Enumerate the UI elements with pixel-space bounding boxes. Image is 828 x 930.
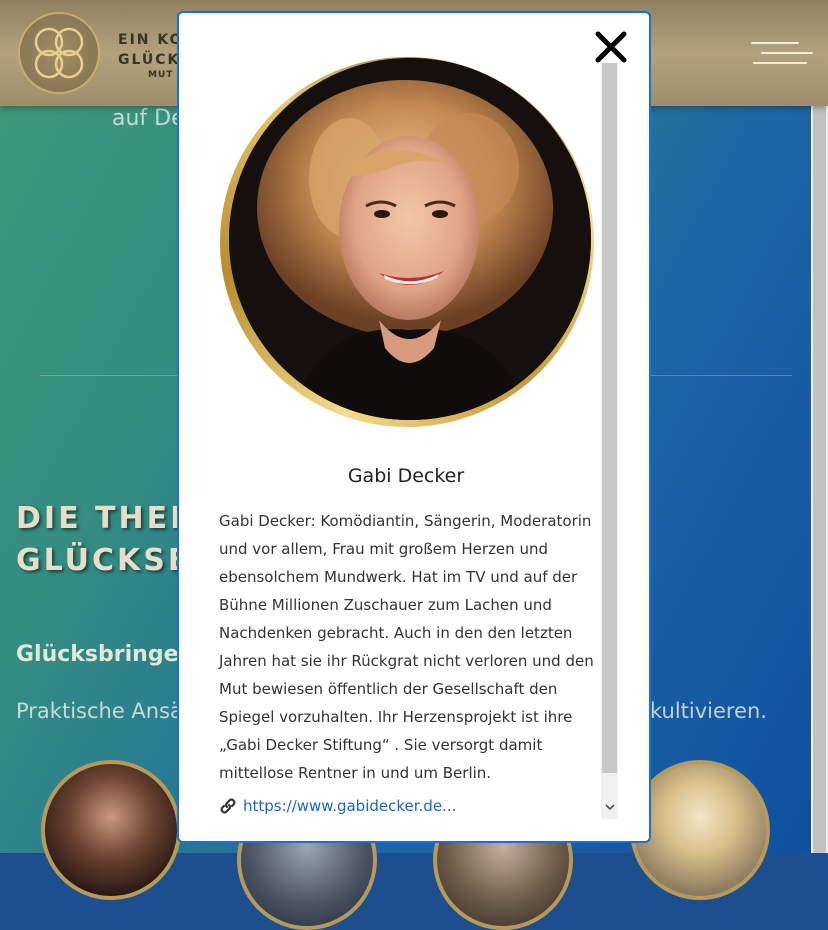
close-icon — [595, 31, 627, 63]
link-icon — [220, 798, 236, 814]
speaker-modal: Gabi Decker Gabi Decker: Komödiantin, Sä… — [177, 11, 651, 843]
speaker-bio: Gabi Decker: Komödiantin, Sängerin, Mode… — [219, 512, 594, 782]
close-button[interactable] — [592, 28, 630, 66]
website-link[interactable]: https://www.gabidecker.de... — [243, 797, 456, 815]
speaker-name: Gabi Decker — [347, 465, 465, 487]
modal-scrollbar-thumb[interactable] — [602, 63, 617, 773]
scroll-down-arrow-icon[interactable] — [601, 797, 618, 817]
portrait-image — [229, 58, 591, 420]
speaker-portrait — [229, 58, 591, 420]
website-link-row[interactable]: https://www.gabidecker.de... — [219, 795, 456, 817]
